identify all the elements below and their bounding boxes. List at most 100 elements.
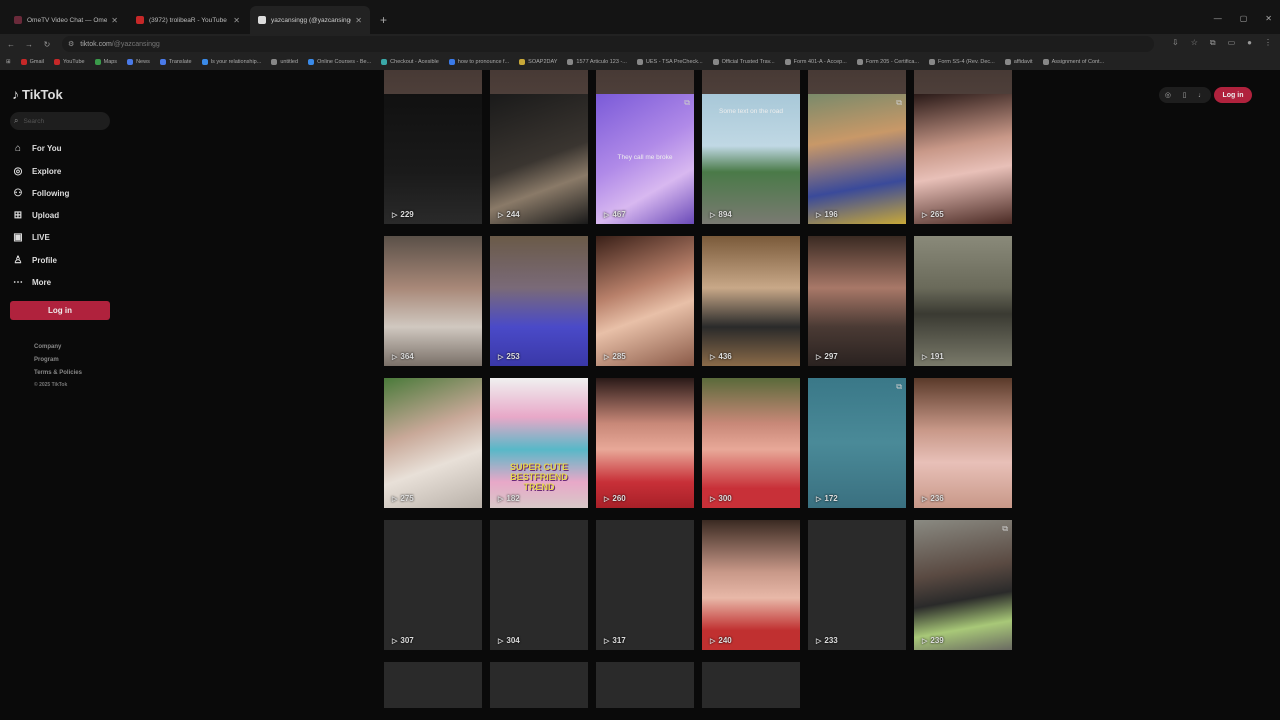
- footer-terms-link[interactable]: Terms & Policies: [34, 367, 82, 380]
- video-card[interactable]: ⧉ ▷ 239: [914, 520, 1012, 650]
- bookmark-label: Maps: [103, 59, 118, 65]
- nav-explore[interactable]: ◎ Explore: [12, 164, 62, 178]
- apps-icon[interactable]: ⊞: [6, 59, 11, 65]
- bookmark-star-icon[interactable]: ☆: [1191, 38, 1198, 48]
- bookmark-item[interactable]: Translate: [159, 59, 192, 65]
- browser-tab[interactable]: yazcansingg (@yazcansingg) | ✕: [250, 6, 370, 34]
- more-icon: ⋯: [13, 276, 23, 288]
- sidebar-login-button[interactable]: Log in: [10, 301, 110, 320]
- video-card[interactable]: ▷ 304: [490, 520, 588, 650]
- video-card[interactable]: [490, 662, 588, 708]
- view-count: ▷ 265: [922, 210, 944, 219]
- bookmark-item[interactable]: how to pronounce f...: [448, 59, 509, 65]
- video-card[interactable]: [384, 662, 482, 708]
- bookmark-item[interactable]: 1577 Articulo 123 -...: [567, 59, 627, 65]
- bookmark-favicon-icon: [1004, 59, 1011, 65]
- play-icon: ▷: [922, 495, 928, 503]
- view-count: ▷ 275: [392, 494, 414, 503]
- bookmark-item[interactable]: Form 205 - Certifica...: [856, 59, 919, 65]
- play-icon: ▷: [816, 211, 822, 219]
- video-card[interactable]: Some text on the road ▷ 894: [702, 94, 800, 224]
- bookmark-item[interactable]: Official Trusted Trav...: [712, 59, 775, 65]
- bookmark-item[interactable]: Maps: [94, 59, 118, 65]
- nav-label: Profile: [32, 255, 57, 265]
- back-icon[interactable]: ←: [2, 40, 20, 49]
- header-login-button[interactable]: Log in: [1214, 87, 1252, 103]
- site-info-icon[interactable]: ⚙: [68, 40, 74, 48]
- maximize-icon[interactable]: ▢: [1240, 14, 1248, 23]
- url-field[interactable]: ⚙ tiktok.com/@yazcansingg: [62, 36, 1154, 52]
- bookmark-item[interactable]: News: [127, 59, 150, 65]
- reload-icon[interactable]: ↻: [38, 40, 56, 49]
- forward-icon[interactable]: →: [20, 40, 38, 49]
- tab-close-icon[interactable]: ✕: [111, 16, 118, 25]
- nav-following[interactable]: ⚇ Following: [12, 186, 70, 200]
- video-card[interactable]: ▷ 275: [384, 378, 482, 508]
- bookmark-item[interactable]: Form 401-A - Accep...: [784, 59, 847, 65]
- nav-live[interactable]: ▣ LIVE: [12, 230, 50, 244]
- video-card[interactable]: ▷ 297: [808, 236, 906, 366]
- browser-tab[interactable]: (3972) trolibeaR - YouTube ✕: [128, 6, 248, 34]
- bookmark-item[interactable]: SOAP2DAY: [519, 59, 557, 65]
- profile-icon[interactable]: ●: [1247, 38, 1252, 48]
- close-window-icon[interactable]: ✕: [1265, 14, 1272, 23]
- bookmark-item[interactable]: Checkout - Acesible: [381, 59, 439, 65]
- video-card[interactable]: ⧉ They call me broke ▷ 467: [596, 94, 694, 224]
- bookmark-item[interactable]: Is your relationship...: [201, 59, 261, 65]
- new-tab-button[interactable]: +: [372, 6, 395, 34]
- compass-icon[interactable]: ◎: [1165, 91, 1171, 99]
- tiktok-logo[interactable]: ♪ TikTok: [12, 86, 63, 102]
- mic-icon[interactable]: ♩: [1198, 92, 1205, 99]
- install-icon[interactable]: ⇩: [1172, 38, 1179, 48]
- minimize-icon[interactable]: —: [1214, 14, 1222, 23]
- nav-for-you[interactable]: ⌂ For You: [12, 141, 62, 155]
- video-card[interactable]: ▷ 191: [914, 236, 1012, 366]
- video-card[interactable]: ▷ 253: [490, 236, 588, 366]
- bookmark-item[interactable]: YouTube: [53, 59, 85, 65]
- play-icon: ▷: [604, 637, 610, 645]
- video-card[interactable]: [702, 662, 800, 708]
- bookmark-item[interactable]: Assignment of Cont...: [1042, 59, 1104, 65]
- bookmark-item[interactable]: Online Courses - Be...: [308, 59, 371, 65]
- video-card[interactable]: ▷ 285: [596, 236, 694, 366]
- sidepanel-icon[interactable]: ▭: [1228, 38, 1236, 48]
- video-card[interactable]: ▷ 300: [702, 378, 800, 508]
- video-card[interactable]: ▷ 260: [596, 378, 694, 508]
- phone-icon[interactable]: ▯: [1183, 91, 1187, 99]
- video-card[interactable]: ▷ 244: [490, 94, 588, 224]
- tab-close-icon[interactable]: ✕: [355, 16, 362, 25]
- search-input[interactable]: ⌕ Search: [10, 112, 110, 130]
- video-card[interactable]: ▷ 229: [384, 94, 482, 224]
- footer-company-link[interactable]: Company: [34, 341, 82, 354]
- bookmark-item[interactable]: affidavit: [1004, 59, 1033, 65]
- video-card[interactable]: ▷ 364: [384, 236, 482, 366]
- video-card[interactable]: ▷ 240: [702, 520, 800, 650]
- browser-tab[interactable]: OmeTV Video Chat — Ome ✕: [6, 6, 126, 34]
- play-icon: ▷: [604, 353, 610, 361]
- video-card[interactable]: ▷ 236: [914, 378, 1012, 508]
- video-card[interactable]: ▷ 436: [702, 236, 800, 366]
- video-card[interactable]: ▷ 233: [808, 520, 906, 650]
- video-card[interactable]: ▷ 307: [384, 520, 482, 650]
- tiktok-logo-icon: ♪: [12, 86, 19, 102]
- bookmark-item[interactable]: Gmail: [20, 59, 44, 65]
- video-card[interactable]: ▷ 317: [596, 520, 694, 650]
- bookmark-item[interactable]: untitled: [271, 59, 298, 65]
- video-card[interactable]: ⧉ ▷ 196: [808, 94, 906, 224]
- tab-close-icon[interactable]: ✕: [233, 16, 240, 25]
- bookmark-favicon-icon: [53, 59, 60, 65]
- bookmark-item[interactable]: Form SS-4 (Rev. Dec...: [928, 59, 995, 65]
- footer-program-link[interactable]: Program: [34, 354, 82, 367]
- bookmark-item[interactable]: UES - TSA PreCheck...: [636, 59, 703, 65]
- view-count-value: 297: [824, 352, 838, 361]
- nav-upload[interactable]: ⊞ Upload: [12, 208, 59, 222]
- extensions-icon[interactable]: ⧉: [1210, 38, 1216, 48]
- video-card[interactable]: ▷ 265: [914, 94, 1012, 224]
- nav-more[interactable]: ⋯ More: [12, 275, 51, 289]
- browser-menu-icon[interactable]: ⋮: [1264, 38, 1272, 48]
- nav-profile[interactable]: ♙ Profile: [12, 253, 57, 267]
- video-card[interactable]: [596, 662, 694, 708]
- video-card[interactable]: SUPER CUTE BESTFRIEND TREND ▷ 182: [490, 378, 588, 508]
- video-card[interactable]: ⧉ ▷ 172: [808, 378, 906, 508]
- bookmark-label: News: [136, 59, 150, 65]
